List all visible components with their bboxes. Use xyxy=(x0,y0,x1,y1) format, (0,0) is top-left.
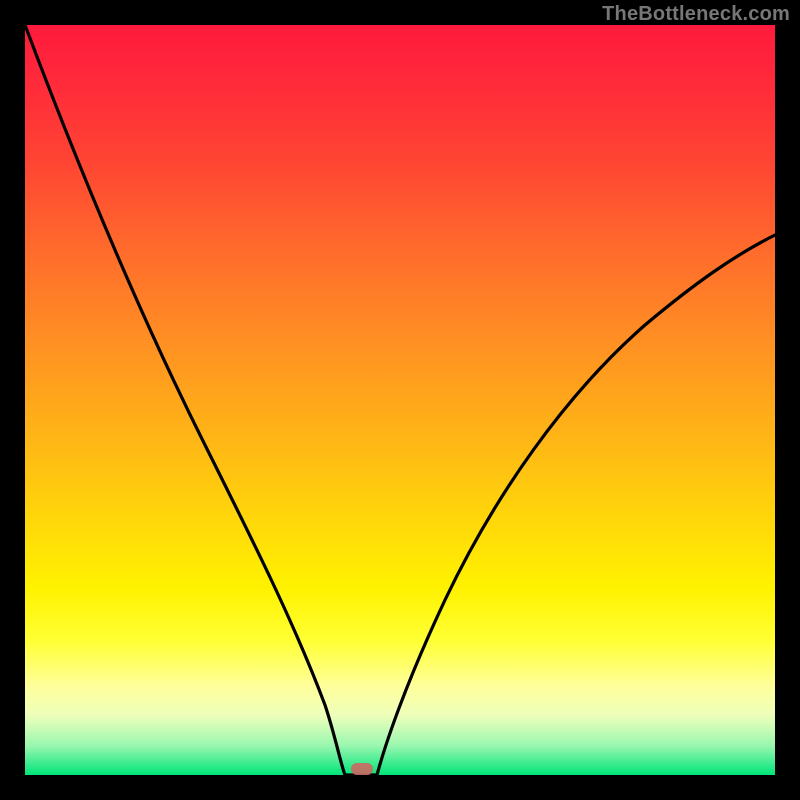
bottleneck-curve xyxy=(25,25,775,775)
min-marker xyxy=(351,763,373,775)
plot-area xyxy=(25,25,775,775)
curve-path xyxy=(25,25,775,775)
chart-frame: TheBottleneck.com xyxy=(0,0,800,800)
watermark-text: TheBottleneck.com xyxy=(602,3,790,26)
